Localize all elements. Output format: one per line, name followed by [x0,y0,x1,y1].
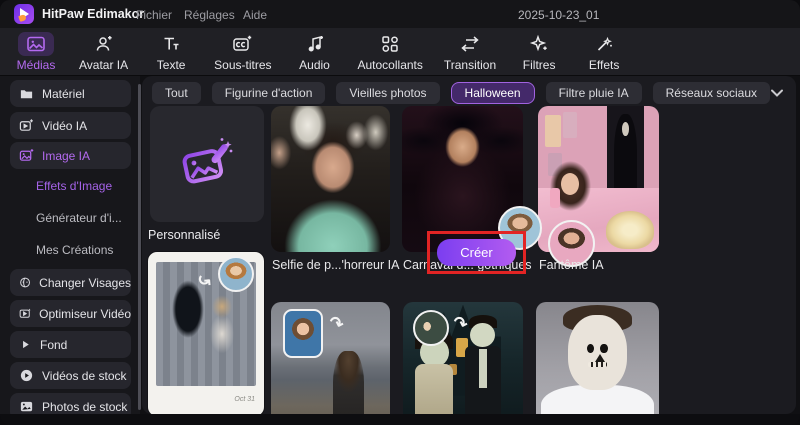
autocollants-icon [380,32,400,56]
transition-icon [459,32,481,56]
popcorn-bowl-shape [605,211,655,250]
filtres-icon [529,32,549,56]
tab-avatar-ia[interactable]: Avatar IA [79,32,128,72]
template-label: Selfie de p...'horreur IA [272,258,400,272]
tab-medias-label: Médias [16,57,56,72]
video-optimizer-icon [19,308,31,318]
titlebar: HitPaw Edimakor Fichier Réglages Aide 20… [0,0,800,28]
polaroid-caption: Oct 31 [234,396,255,403]
expand-chips-button[interactable] [766,82,788,104]
tab-texte[interactable]: Texte [149,32,193,72]
tab-sous-titres-label: Sous-titres [214,57,272,72]
chip-reseaux-sociaux[interactable]: Réseaux sociaux [652,82,771,104]
tab-filtres[interactable]: Filtres [517,32,561,72]
sidebar-subitem-mes-creations[interactable]: Mes Créations [36,243,113,257]
chip-filtre-pluie-ia[interactable]: Filtre pluie IA [545,82,642,104]
templates-panel: Tout Figurine d'action Vieilles photos H… [142,76,796,414]
filter-chips: Tout Figurine d'action Vieilles photos H… [152,82,771,104]
medias-icon [18,31,54,56]
tab-medias[interactable]: Médias [14,31,58,72]
tab-effets[interactable]: Effets [582,32,626,72]
sidebar-label: Image IA [42,148,91,163]
texte-icon [161,32,181,56]
chip-halloween[interactable]: Halloween [450,82,535,104]
document-title: 2025-10-23_01 [518,8,600,22]
triangle-icon [23,340,29,349]
sidebar-label: Optimiseur Vidéo [39,306,131,321]
menu-reglages[interactable]: Réglages [184,8,235,22]
image-ai-icon [19,149,34,161]
sidebar-item-materiel[interactable]: Matériel [10,80,131,107]
sidebar-label: Changer Visages [39,275,131,290]
tab-audio[interactable]: Audio [293,32,337,72]
grim-reaper-shape [614,113,637,199]
custom-template-card[interactable] [150,106,264,222]
tab-autocollants[interactable]: Autocollants [358,32,423,72]
sidebar-item-videos-stock[interactable]: Vidéos de stock [10,362,131,389]
app-window: HitPaw Edimakor Fichier Réglages Aide 20… [0,0,800,425]
sous-titres-icon [232,32,253,56]
tab-audio-label: Audio [299,57,330,72]
custom-image-wand-icon [182,138,233,184]
tab-texte-label: Texte [156,57,186,72]
template-selfie-horror-image[interactable] [271,106,390,252]
sidebar-label: Vidéos de stock [42,368,127,383]
sidebar-label: Photos de stock [42,399,128,414]
sidebar-subitem-effets-image[interactable]: Effets d'Image [36,179,112,193]
source-avatar [218,256,254,292]
chevron-down-icon [771,89,783,97]
tab-autocollants-label: Autocollants [357,57,423,72]
sidebar-item-video-ia[interactable]: Vidéo IA [10,112,131,139]
tab-transition[interactable]: Transition [444,32,496,72]
chip-vieilles-photos[interactable]: Vieilles photos [336,82,440,104]
sidebar-label: Vidéo IA [42,118,88,133]
template-label: Fantôme IA [539,258,604,272]
face-swap-icon [20,277,30,288]
stock-video-icon [20,369,33,382]
source-avatar [413,310,449,346]
sidebar-item-changer-visages[interactable]: Changer Visages [10,269,131,296]
tab-transition-label: Transition [443,57,497,72]
main-toolbar: Médias Avatar IA Texte Sous-titres Audio [0,28,800,76]
sidebar-item-fond[interactable]: Fond [10,331,131,358]
tab-sous-titres[interactable]: Sous-titres [214,32,272,72]
sidebar-label: Fond [40,337,68,352]
sidebar-label: Matériel [42,86,85,101]
highlight-box [427,231,526,274]
avatar-ia-icon [94,32,114,56]
sidebar-item-image-ia[interactable]: Image IA [10,142,131,169]
window-bottom-edge [0,414,800,425]
source-avatar [283,309,323,358]
menu-fichier[interactable]: Fichier [136,8,172,22]
sidebar-subitem-generateur[interactable]: Générateur d'i... [36,211,122,225]
tab-avatar-ia-label: Avatar IA [79,57,129,72]
sidebar: Matériel Vidéo IA Image IA Effets d'Imag… [0,76,140,420]
chip-tout[interactable]: Tout [152,82,201,104]
stock-photo-icon [20,401,33,412]
video-ai-icon [19,119,33,131]
girl-silhouette-shape [332,351,364,414]
audio-icon [305,32,325,56]
panel-scrollbar[interactable] [138,84,141,410]
menu-aide[interactable]: Aide [243,8,267,22]
app-name: HitPaw Edimakor [42,7,145,21]
custom-template-label: Personnalisé [148,228,221,242]
tab-filtres-label: Filtres [522,57,556,72]
app-logo-icon [14,4,34,24]
chip-figurine-action[interactable]: Figurine d'action [211,82,326,104]
sidebar-item-optimiseur-video[interactable]: Optimiseur Vidéo [10,300,131,327]
tab-effets-label: Effets [588,57,620,72]
effets-icon [594,32,614,56]
template-skull-makeup-image[interactable] [536,302,659,414]
folder-icon [20,90,33,99]
